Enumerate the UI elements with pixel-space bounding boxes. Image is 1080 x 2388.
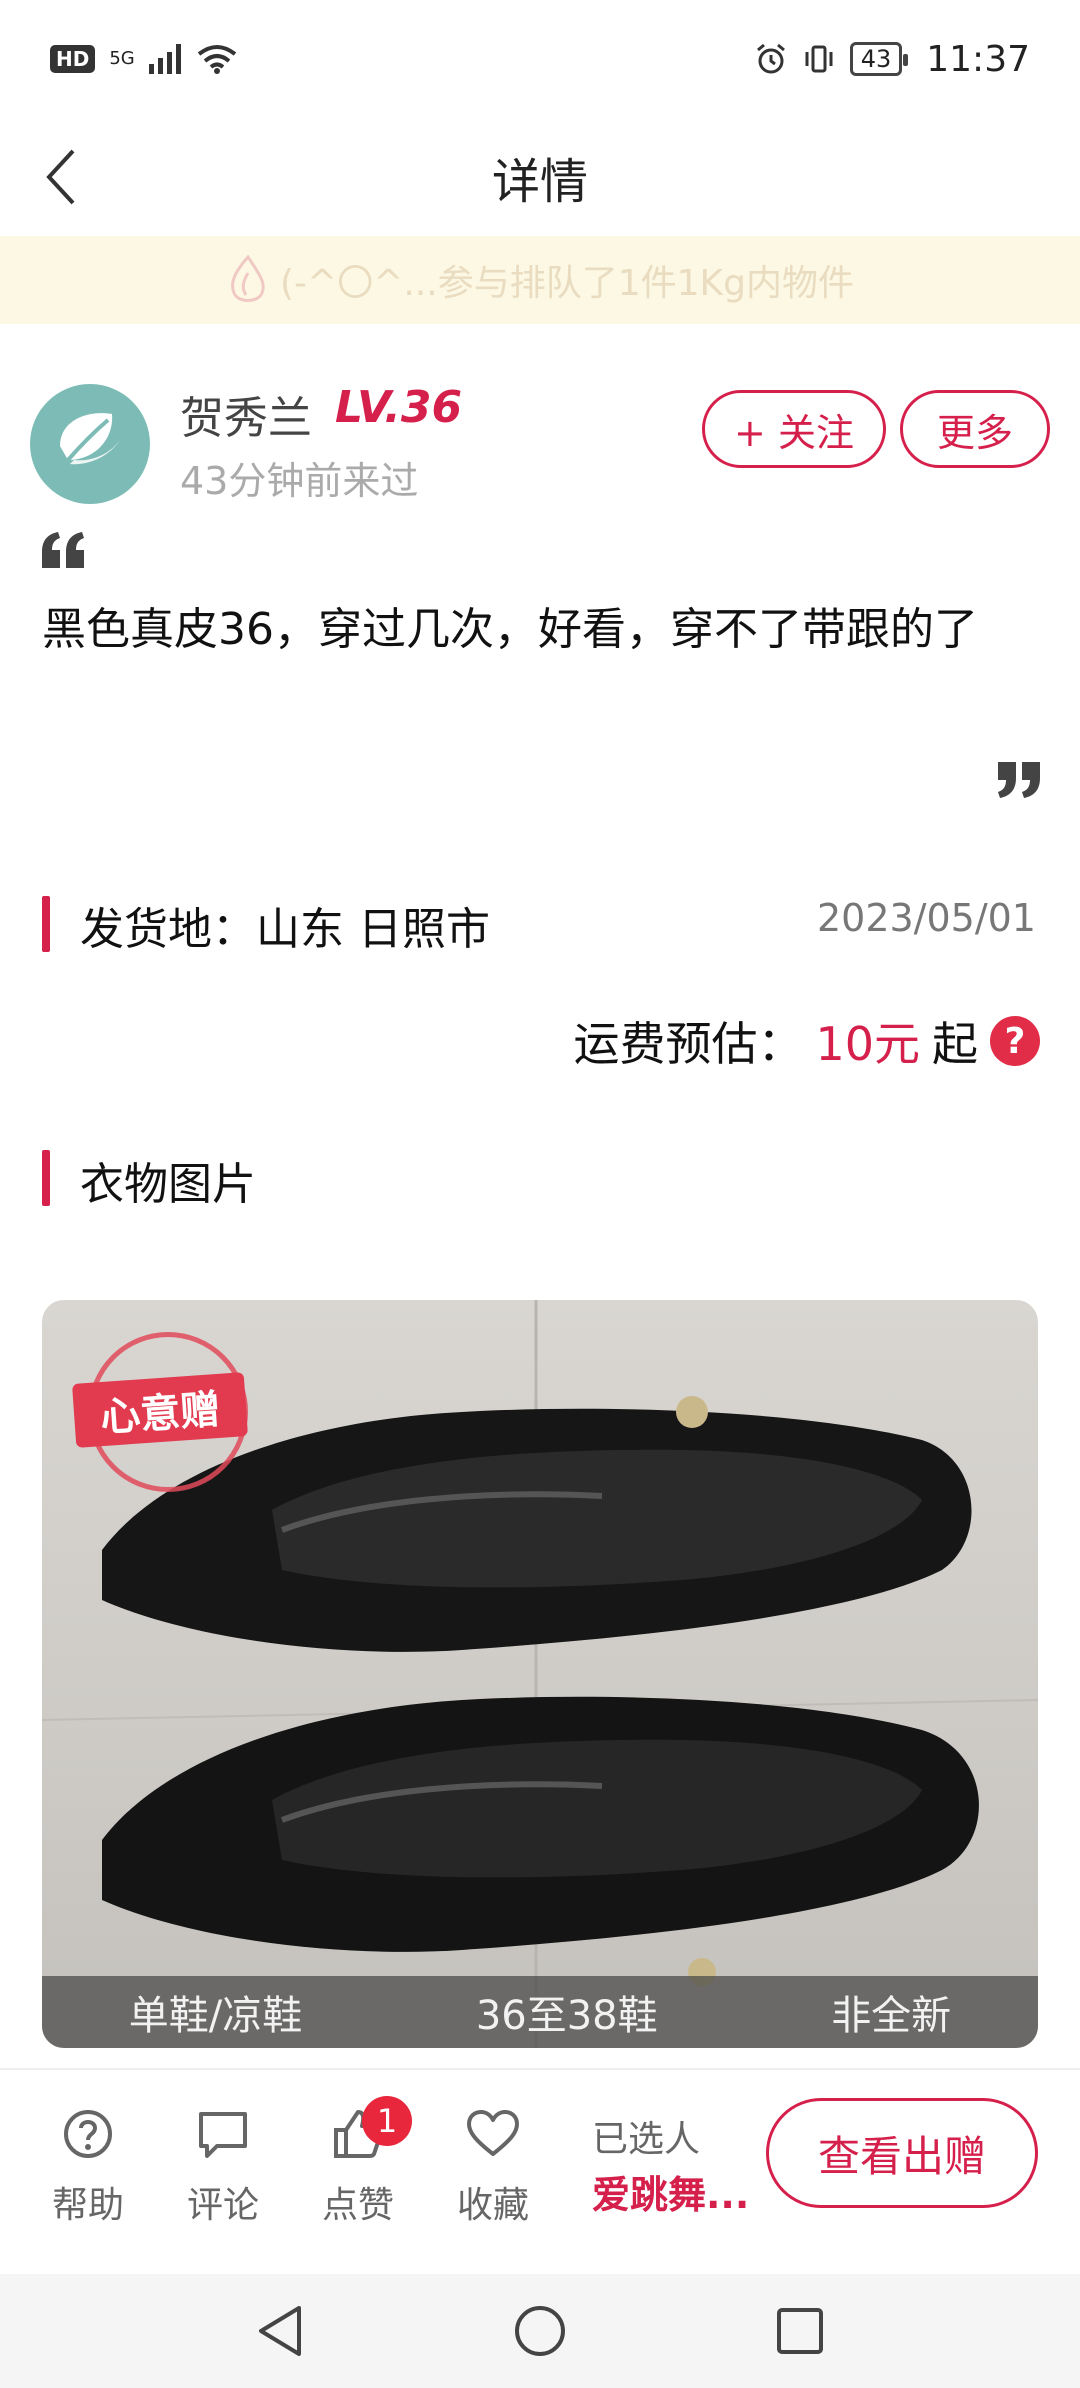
fee-help-icon[interactable]: ? — [990, 1016, 1040, 1066]
comment-label: 评论 — [186, 2185, 259, 2226]
tag-category: 单鞋/凉鞋 — [128, 1993, 303, 2039]
selected-prefix: 已选人 — [592, 2119, 701, 2160]
status-bar: HD 5G 43 11:37 — [0, 0, 1080, 118]
clock: 11:37 — [926, 38, 1030, 80]
system-nav-bar — [0, 2274, 1080, 2388]
back-button[interactable] — [24, 140, 98, 214]
signal-icon — [148, 44, 181, 74]
hd-badge: HD — [50, 45, 96, 73]
user-level: LV.36 — [335, 382, 463, 433]
ship-date: 2023/05/01 — [816, 896, 1036, 940]
section-accent-bar — [42, 896, 50, 952]
comment-action[interactable]: 评论 — [163, 2106, 283, 2236]
status-left: HD 5G — [50, 44, 239, 74]
alarm-icon — [756, 43, 785, 74]
circle-home-icon — [515, 2306, 565, 2356]
leaf-logo-icon — [60, 413, 120, 465]
like-count-badge: 1 — [362, 2096, 412, 2146]
selected-person[interactable]: 爱跳舞... — [592, 2164, 749, 2219]
fee-value: 10元 — [815, 1017, 920, 1071]
help-circle-icon — [64, 2110, 112, 2158]
system-home-button[interactable] — [510, 2301, 570, 2361]
photos-section-title: 衣物图片 — [80, 1159, 256, 1210]
photo-tags: 单鞋/凉鞋 36至38鞋 非全新 — [42, 1976, 1038, 2048]
user-name[interactable]: 贺秀兰 — [180, 382, 312, 446]
favorite-label: 收藏 — [456, 2185, 529, 2226]
stamp-label: 心意赠 — [71, 1372, 249, 1448]
last-seen: 43分钟前来过 — [180, 459, 419, 503]
wifi-icon — [197, 45, 236, 74]
tag-size: 36至38鞋 — [475, 1993, 658, 2039]
post-description: 黑色真皮36，穿过几次，好看，穿不了带跟的了 — [42, 604, 978, 655]
help-label: 帮助 — [51, 2185, 124, 2226]
comment-icon — [199, 2112, 247, 2158]
status-right: 43 11:37 — [754, 39, 1030, 80]
chevron-left-icon — [46, 149, 75, 205]
quote-open-icon — [42, 532, 84, 568]
flame-icon — [231, 255, 265, 302]
triangle-back-icon — [259, 2306, 301, 2356]
follow-button[interactable]: + 关注 — [702, 390, 886, 468]
user-profile: 贺秀兰 LV.36 43分钟前来过 + 关注 更多 — [30, 382, 1050, 506]
view-gift-button[interactable]: 查看出赠 — [766, 2098, 1038, 2208]
tag-condition: 非全新 — [831, 1993, 952, 2039]
section-accent-bar — [42, 1150, 50, 1206]
battery-icon: 43 — [849, 42, 908, 76]
more-button[interactable]: 更多 — [900, 390, 1050, 468]
gift-stamp: 心意赠 — [71, 1332, 254, 1512]
system-back-button[interactable] — [250, 2301, 310, 2361]
favorite-action[interactable]: 收藏 — [433, 2106, 553, 2236]
square-recents-icon — [777, 2308, 823, 2354]
nav-bar: 详情 — [0, 118, 1080, 236]
help-action[interactable]: 帮助 — [28, 2106, 148, 2236]
page-title: 详情 — [491, 154, 588, 210]
shipping-fee: 运费预估： 10元 起 ? — [573, 1008, 1040, 1074]
clothing-photo[interactable]: 心意赠 单鞋/凉鞋 36至38鞋 非全新 — [42, 1300, 1038, 2048]
quote-close-icon — [998, 762, 1040, 798]
fee-label: 运费预估： — [573, 1017, 804, 1071]
queue-notice: (-^〇^...参与排队了1件1Kg内物件 — [0, 236, 1080, 324]
ship-origin: 发货地：山东 日照市 — [80, 904, 490, 955]
like-label: 点赞 — [321, 2185, 394, 2226]
heart-icon — [467, 2110, 519, 2156]
fee-suffix: 起 — [932, 1017, 978, 1071]
avatar[interactable] — [30, 384, 150, 504]
system-recents-button[interactable] — [770, 2301, 830, 2361]
network-type: 5G — [109, 48, 135, 69]
like-action[interactable]: 点赞 1 — [298, 2096, 418, 2236]
vibrate-icon — [805, 45, 833, 73]
notice-text: (-^〇^...参与排队了1件1Kg内物件 — [280, 263, 854, 304]
